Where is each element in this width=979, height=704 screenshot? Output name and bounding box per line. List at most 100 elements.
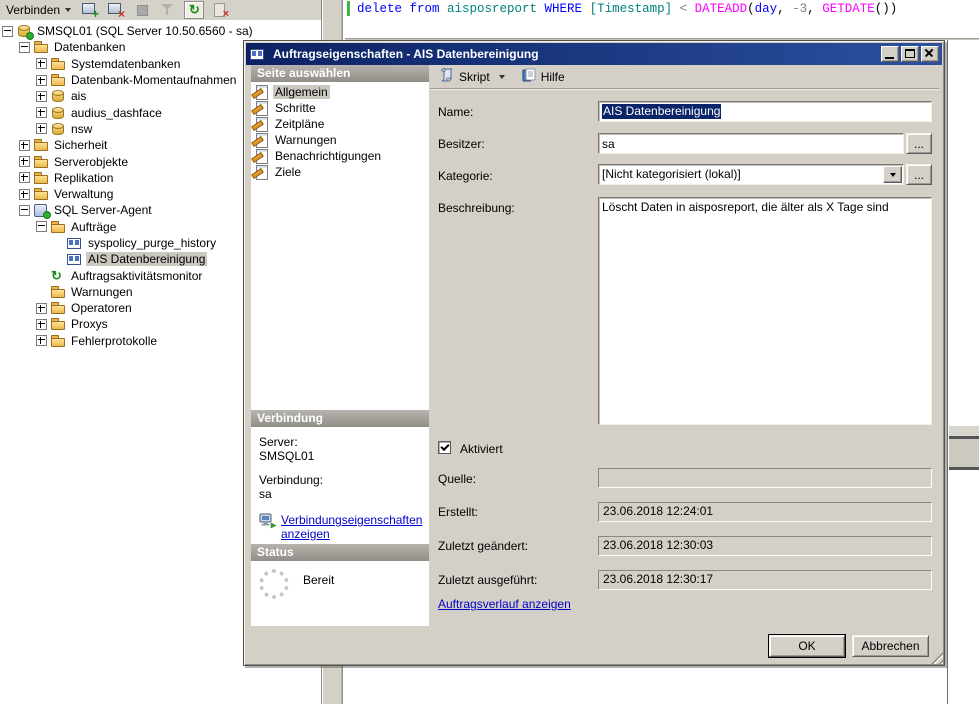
expand-icon[interactable] [36, 107, 47, 118]
job-icon [67, 236, 83, 250]
category-value: [Nicht kategorisiert (lokal)] [602, 167, 883, 182]
script-error-icon[interactable] [210, 1, 230, 19]
dialog-titlebar[interactable]: Auftragseigenschaften - AIS Datenbereini… [246, 43, 942, 65]
server-label: Server: [259, 435, 421, 449]
tree-item-smsql01[interactable]: SMSQL01 (SQL Server 10.50.6560 - sa) [0, 23, 321, 39]
expand-icon[interactable] [36, 91, 47, 102]
resize-grip[interactable] [931, 652, 943, 664]
collapse-icon[interactable] [19, 205, 30, 216]
minimize-button[interactable] [881, 46, 899, 62]
expand-icon[interactable] [19, 189, 30, 200]
pages-header: Seite auswählen [251, 65, 429, 82]
object-explorer-toolbar: Verbinden [0, 0, 321, 20]
page-icon [254, 165, 270, 180]
refresh-icon[interactable] [184, 1, 204, 19]
name-label: Name: [438, 105, 473, 119]
folder-icon [33, 155, 49, 169]
connect-button-label: Verbinden [6, 3, 60, 17]
disconnect-server-icon[interactable] [106, 1, 126, 19]
name-value-selected: AIS Datenbereinigung [602, 104, 721, 119]
page-item-warnungen[interactable]: Warnungen [251, 132, 429, 148]
horizontal-scrollbar[interactable] [949, 426, 979, 470]
stop-icon[interactable] [132, 1, 152, 19]
category-select[interactable]: [Nicht kategorisiert (lokal)] [598, 164, 904, 185]
sql-statement: delete from aisposreport WHERE [Timestam… [357, 2, 897, 16]
last-modified-label: Zuletzt geändert: [438, 539, 528, 553]
ok-button[interactable]: OK [769, 635, 845, 657]
expand-icon[interactable] [19, 156, 30, 167]
created-label: Erstellt: [438, 505, 478, 519]
expand-icon[interactable] [36, 123, 47, 134]
folder-icon [50, 57, 66, 71]
activity-monitor-icon [50, 269, 66, 283]
folder-icon [33, 171, 49, 185]
progress-spinner-icon [259, 569, 289, 599]
script-button[interactable]: Skript [436, 66, 508, 87]
connect-server-icon[interactable] [80, 1, 100, 19]
view-job-history-link[interactable]: Auftragsverlauf anzeigen [438, 597, 571, 611]
dialog-toolbar: Skript Hilfe [430, 65, 939, 89]
page-icon [254, 85, 270, 100]
source-field [598, 468, 932, 488]
sql-token: -3 [792, 2, 807, 16]
server-value: SMSQL01 [259, 449, 421, 463]
category-label: Kategorie: [438, 169, 493, 183]
expand-icon[interactable] [36, 75, 47, 86]
page-item-schritte[interactable]: Schritte [251, 100, 429, 116]
description-textarea[interactable]: Löscht Daten in aisposreport, die älter … [598, 197, 932, 425]
page-item-allgemein[interactable]: Allgemein [251, 84, 429, 100]
page-item-benachrichtigungen[interactable]: Benachrichtigungen [251, 148, 429, 164]
maximize-button[interactable] [901, 46, 919, 62]
sql-token: GETDATE [822, 2, 875, 16]
collapse-icon[interactable] [36, 221, 47, 232]
folder-icon [33, 187, 49, 201]
view-connection-properties-link[interactable]: Verbindungseigenschaften anzeigen [281, 513, 422, 541]
sql-token: WHERE [545, 2, 590, 16]
pages-list: Allgemein Schritte Zeitpläne Warnungen B… [251, 82, 429, 410]
owner-input[interactable] [598, 133, 904, 154]
expand-icon[interactable] [36, 335, 47, 346]
help-button-label: Hilfe [541, 70, 565, 84]
collapse-icon[interactable] [2, 26, 13, 37]
server-database-icon [16, 24, 32, 38]
page-item-zeitplaene[interactable]: Zeitpläne [251, 116, 429, 132]
dropdown-arrow-icon[interactable] [883, 166, 902, 183]
expand-icon[interactable] [36, 303, 47, 314]
last-executed-label: Zuletzt ausgeführt: [438, 573, 537, 587]
chevron-down-icon [65, 8, 71, 12]
expand-icon[interactable] [36, 58, 47, 69]
category-browse-button[interactable]: ... [906, 164, 932, 185]
sql-token: delete from [357, 2, 447, 16]
enabled-label: Aktiviert [460, 442, 503, 456]
expand-icon[interactable] [19, 140, 30, 151]
status-panel: Bereit [251, 561, 429, 626]
expand-icon[interactable] [36, 319, 47, 330]
sql-token: , [807, 2, 822, 16]
folder-icon [50, 317, 66, 331]
name-input[interactable]: AIS Datenbereinigung [598, 101, 932, 122]
status-text: Bereit [303, 573, 334, 587]
connection-label: Verbindung: [259, 473, 421, 487]
page-icon [254, 117, 270, 132]
sql-token: < [680, 2, 695, 16]
connect-button[interactable]: Verbinden [3, 2, 74, 18]
folder-icon [33, 138, 49, 152]
enabled-checkbox[interactable] [438, 441, 451, 454]
help-button[interactable]: Hilfe [518, 66, 568, 87]
script-button-label: Skript [459, 70, 490, 84]
page-item-ziele[interactable]: Ziele [251, 164, 429, 180]
sql-token: DATEADD [695, 2, 748, 16]
connection-value: sa [259, 487, 421, 501]
close-button[interactable] [921, 46, 939, 62]
filter-icon[interactable] [158, 1, 178, 19]
sql-token: ()) [875, 2, 898, 16]
collapse-icon[interactable] [19, 42, 30, 53]
database-icon [50, 106, 66, 120]
owner-browse-button[interactable]: ... [906, 133, 932, 154]
cancel-button[interactable]: Abbrechen [852, 635, 929, 657]
created-field: 23.06.2018 12:24:01 [598, 502, 932, 522]
expand-icon[interactable] [19, 172, 30, 183]
page-icon [254, 133, 270, 148]
ssms-window: Verbinden SMSQL01 (SQL Server 10.50.6560… [0, 0, 979, 704]
source-label: Quelle: [438, 472, 476, 486]
